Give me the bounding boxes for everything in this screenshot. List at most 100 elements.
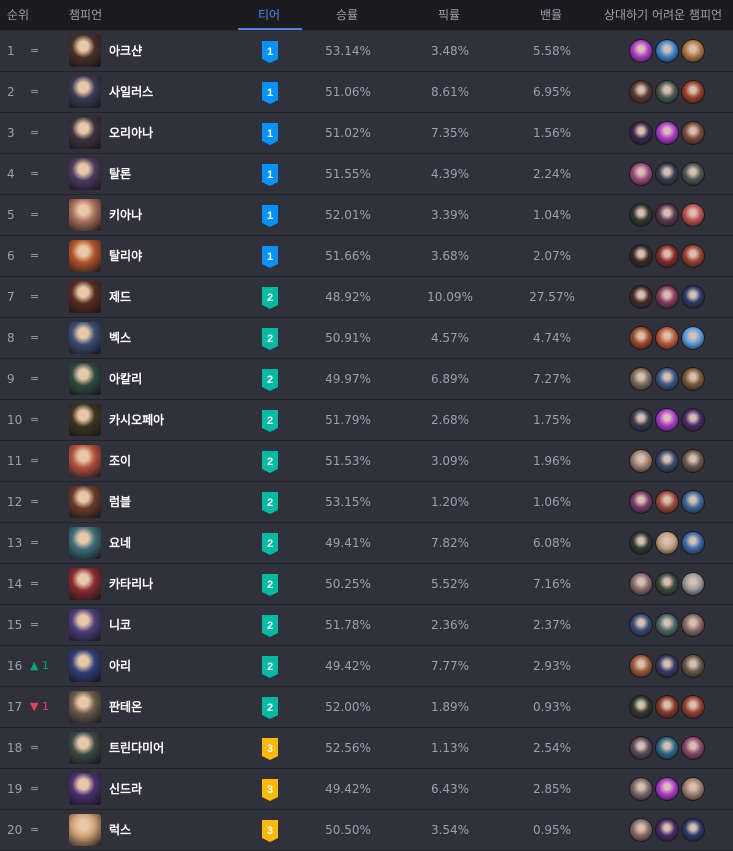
table-row[interactable]: 9 = 아칼리 2 49.97% 6.89% 7.27% bbox=[0, 359, 733, 400]
counter-champion-icon[interactable] bbox=[655, 162, 679, 186]
counter-champion-icon[interactable] bbox=[655, 531, 679, 555]
counter-champion-icon[interactable] bbox=[655, 244, 679, 268]
counter-champion-icon[interactable] bbox=[629, 408, 653, 432]
counter-champion-icon[interactable] bbox=[681, 654, 705, 678]
champion-name[interactable]: 신드라 bbox=[109, 769, 142, 809]
counter-champion-icon[interactable] bbox=[629, 203, 653, 227]
counter-champion-icon[interactable] bbox=[655, 367, 679, 391]
counter-champion-icon[interactable] bbox=[655, 285, 679, 309]
counter-champion-icon[interactable] bbox=[629, 818, 653, 842]
table-row[interactable]: 5 = 키아나 1 52.01% 3.39% 1.04% bbox=[0, 195, 733, 236]
counter-champion-icon[interactable] bbox=[681, 777, 705, 801]
counter-champion-icon[interactable] bbox=[681, 695, 705, 719]
champion-name[interactable]: 카시오페아 bbox=[109, 400, 164, 440]
counter-champion-icon[interactable] bbox=[629, 80, 653, 104]
counter-champion-icon[interactable] bbox=[655, 408, 679, 432]
champion-portrait[interactable] bbox=[69, 691, 101, 723]
counter-champion-icon[interactable] bbox=[629, 121, 653, 145]
champion-name[interactable]: 오리아나 bbox=[109, 113, 153, 153]
champion-portrait[interactable] bbox=[69, 609, 101, 641]
table-row[interactable]: 14 = 카타리나 2 50.25% 5.52% 7.16% bbox=[0, 564, 733, 605]
counter-champion-icon[interactable] bbox=[655, 326, 679, 350]
champion-name[interactable]: 아칼리 bbox=[109, 359, 142, 399]
counter-champion-icon[interactable] bbox=[655, 777, 679, 801]
counter-champion-icon[interactable] bbox=[629, 654, 653, 678]
counter-champion-icon[interactable] bbox=[655, 203, 679, 227]
champion-portrait[interactable] bbox=[69, 814, 101, 846]
counter-champion-icon[interactable] bbox=[681, 244, 705, 268]
champion-portrait[interactable] bbox=[69, 486, 101, 518]
champion-portrait[interactable] bbox=[69, 732, 101, 764]
champion-portrait[interactable] bbox=[69, 404, 101, 436]
counter-champion-icon[interactable] bbox=[681, 285, 705, 309]
rank-header[interactable]: 순위 bbox=[7, 0, 29, 30]
champion-portrait[interactable] bbox=[69, 240, 101, 272]
champion-name[interactable]: 탈론 bbox=[109, 154, 131, 194]
counter-champion-icon[interactable] bbox=[629, 736, 653, 760]
champion-portrait[interactable] bbox=[69, 568, 101, 600]
champion-header[interactable]: 챔피언 bbox=[69, 0, 102, 30]
champion-portrait[interactable] bbox=[69, 445, 101, 477]
counter-champion-icon[interactable] bbox=[681, 203, 705, 227]
table-row[interactable]: 7 = 제드 2 48.92% 10.09% 27.57% bbox=[0, 277, 733, 318]
table-row[interactable]: 12 = 럼블 2 53.15% 1.20% 1.06% bbox=[0, 482, 733, 523]
table-row[interactable]: 3 = 오리아나 1 51.02% 7.35% 1.56% bbox=[0, 113, 733, 154]
champion-portrait[interactable] bbox=[69, 650, 101, 682]
counter-champion-icon[interactable] bbox=[629, 531, 653, 555]
counter-champion-icon[interactable] bbox=[681, 818, 705, 842]
counter-champion-icon[interactable] bbox=[681, 490, 705, 514]
counter-champion-icon[interactable] bbox=[655, 39, 679, 63]
champion-name[interactable]: 트린다미어 bbox=[109, 728, 164, 768]
champion-portrait[interactable] bbox=[69, 363, 101, 395]
champion-portrait[interactable] bbox=[69, 76, 101, 108]
counter-champion-icon[interactable] bbox=[629, 326, 653, 350]
champion-name[interactable]: 사일러스 bbox=[109, 72, 153, 112]
counter-champion-icon[interactable] bbox=[629, 39, 653, 63]
counter-champion-icon[interactable] bbox=[629, 490, 653, 514]
table-row[interactable]: 1 = 아크샨 1 53.14% 3.48% 5.58% bbox=[0, 31, 733, 72]
counter-champion-icon[interactable] bbox=[629, 285, 653, 309]
champion-name[interactable]: 요네 bbox=[109, 523, 131, 563]
counter-champion-icon[interactable] bbox=[681, 367, 705, 391]
counter-champion-icon[interactable] bbox=[629, 367, 653, 391]
table-row[interactable]: 16 ▲ 1 아리 2 49.42% 7.77% 2.93% bbox=[0, 646, 733, 687]
table-row[interactable]: 17 ▼ 1 판테온 2 52.00% 1.89% 0.93% bbox=[0, 687, 733, 728]
champion-name[interactable]: 카타리나 bbox=[109, 564, 153, 604]
champion-name[interactable]: 럼블 bbox=[109, 482, 131, 522]
champion-name[interactable]: 조이 bbox=[109, 441, 131, 481]
champion-name[interactable]: 키아나 bbox=[109, 195, 142, 235]
counter-champion-icon[interactable] bbox=[629, 244, 653, 268]
counter-champion-icon[interactable] bbox=[655, 449, 679, 473]
tier-header[interactable]: 티어 bbox=[258, 0, 280, 30]
table-row[interactable]: 20 = 럭스 3 50.50% 3.54% 0.95% bbox=[0, 810, 733, 851]
table-row[interactable]: 2 = 사일러스 1 51.06% 8.61% 6.95% bbox=[0, 72, 733, 113]
champion-name[interactable]: 탈리야 bbox=[109, 236, 142, 276]
counter-champion-icon[interactable] bbox=[681, 572, 705, 596]
table-row[interactable]: 6 = 탈리야 1 51.66% 3.68% 2.07% bbox=[0, 236, 733, 277]
counter-champion-icon[interactable] bbox=[655, 613, 679, 637]
counter-champion-icon[interactable] bbox=[681, 121, 705, 145]
table-row[interactable]: 4 = 탈론 1 51.55% 4.39% 2.24% bbox=[0, 154, 733, 195]
counter-champion-icon[interactable] bbox=[629, 162, 653, 186]
table-row[interactable]: 10 = 카시오페아 2 51.79% 2.68% 1.75% bbox=[0, 400, 733, 441]
counter-champion-icon[interactable] bbox=[629, 695, 653, 719]
champion-portrait[interactable] bbox=[69, 527, 101, 559]
champion-portrait[interactable] bbox=[69, 281, 101, 313]
champion-portrait[interactable] bbox=[69, 199, 101, 231]
counter-champion-icon[interactable] bbox=[655, 121, 679, 145]
counter-champion-icon[interactable] bbox=[681, 449, 705, 473]
table-row[interactable]: 11 = 조이 2 51.53% 3.09% 1.96% bbox=[0, 441, 733, 482]
champion-portrait[interactable] bbox=[69, 117, 101, 149]
counter-champion-icon[interactable] bbox=[629, 449, 653, 473]
champion-name[interactable]: 아리 bbox=[109, 646, 131, 686]
champion-portrait[interactable] bbox=[69, 773, 101, 805]
counter-champion-icon[interactable] bbox=[681, 613, 705, 637]
champion-name[interactable]: 아크샨 bbox=[109, 31, 142, 71]
counter-champion-icon[interactable] bbox=[681, 80, 705, 104]
champion-name[interactable]: 판테온 bbox=[109, 687, 142, 727]
win-rate-header[interactable]: 승률 bbox=[336, 0, 358, 30]
counter-champion-icon[interactable] bbox=[681, 531, 705, 555]
counter-champion-icon[interactable] bbox=[655, 818, 679, 842]
champion-name[interactable]: 제드 bbox=[109, 277, 131, 317]
table-row[interactable]: 19 = 신드라 3 49.42% 6.43% 2.85% bbox=[0, 769, 733, 810]
